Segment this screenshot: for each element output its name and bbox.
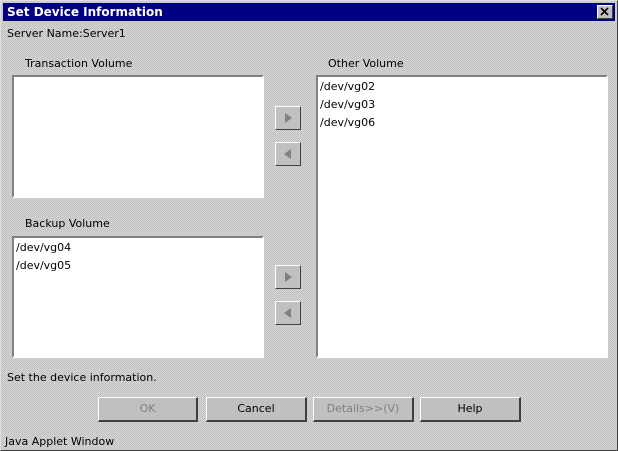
backup-volume-list[interactable]: /dev/vg04/dev/vg05 [12,236,264,358]
window-title: Set Device Information [7,5,163,19]
list-item[interactable]: /dev/vg05 [16,257,260,275]
move-from-transaction-button[interactable] [275,142,301,166]
transaction-volume-label-text: Transaction Volume [25,57,133,70]
arrow-right-icon [285,113,292,123]
close-button[interactable] [597,5,613,19]
ok-button[interactable]: OK [98,397,198,422]
arrow-right-icon [285,272,292,282]
other-volume-label: Other Volume [328,57,404,70]
transaction-volume-list[interactable] [12,75,264,198]
list-item[interactable]: /dev/vg02 [320,78,604,96]
arrow-left-icon [284,149,291,159]
list-item[interactable]: /dev/vg06 [320,114,604,132]
footer-text: Java Applet Window [5,435,115,448]
cancel-button[interactable]: Cancel [206,397,307,422]
details-button[interactable]: Details>>(V) [313,397,414,422]
help-button[interactable]: Help [420,397,521,422]
move-to-transaction-button[interactable] [275,106,301,130]
list-item[interactable]: /dev/vg03 [320,96,604,114]
server-name-label: Server Name:Server1 [7,27,126,40]
backup-volume-label: Backup Volume [25,217,110,230]
move-to-backup-button[interactable] [275,265,301,289]
arrow-left-icon [284,308,291,318]
title-bar[interactable]: Set Device Information [3,3,615,21]
transaction-volume-label: Transaction Volume [25,57,132,70]
close-icon [600,7,609,16]
dialog-window: Set Device Information Server Name:Serve… [0,0,618,451]
list-item[interactable]: /dev/vg04 [16,239,260,257]
status-text: Set the device information. [7,371,157,384]
other-volume-list[interactable]: /dev/vg02/dev/vg03/dev/vg06 [316,75,608,358]
move-from-backup-button[interactable] [275,301,301,325]
